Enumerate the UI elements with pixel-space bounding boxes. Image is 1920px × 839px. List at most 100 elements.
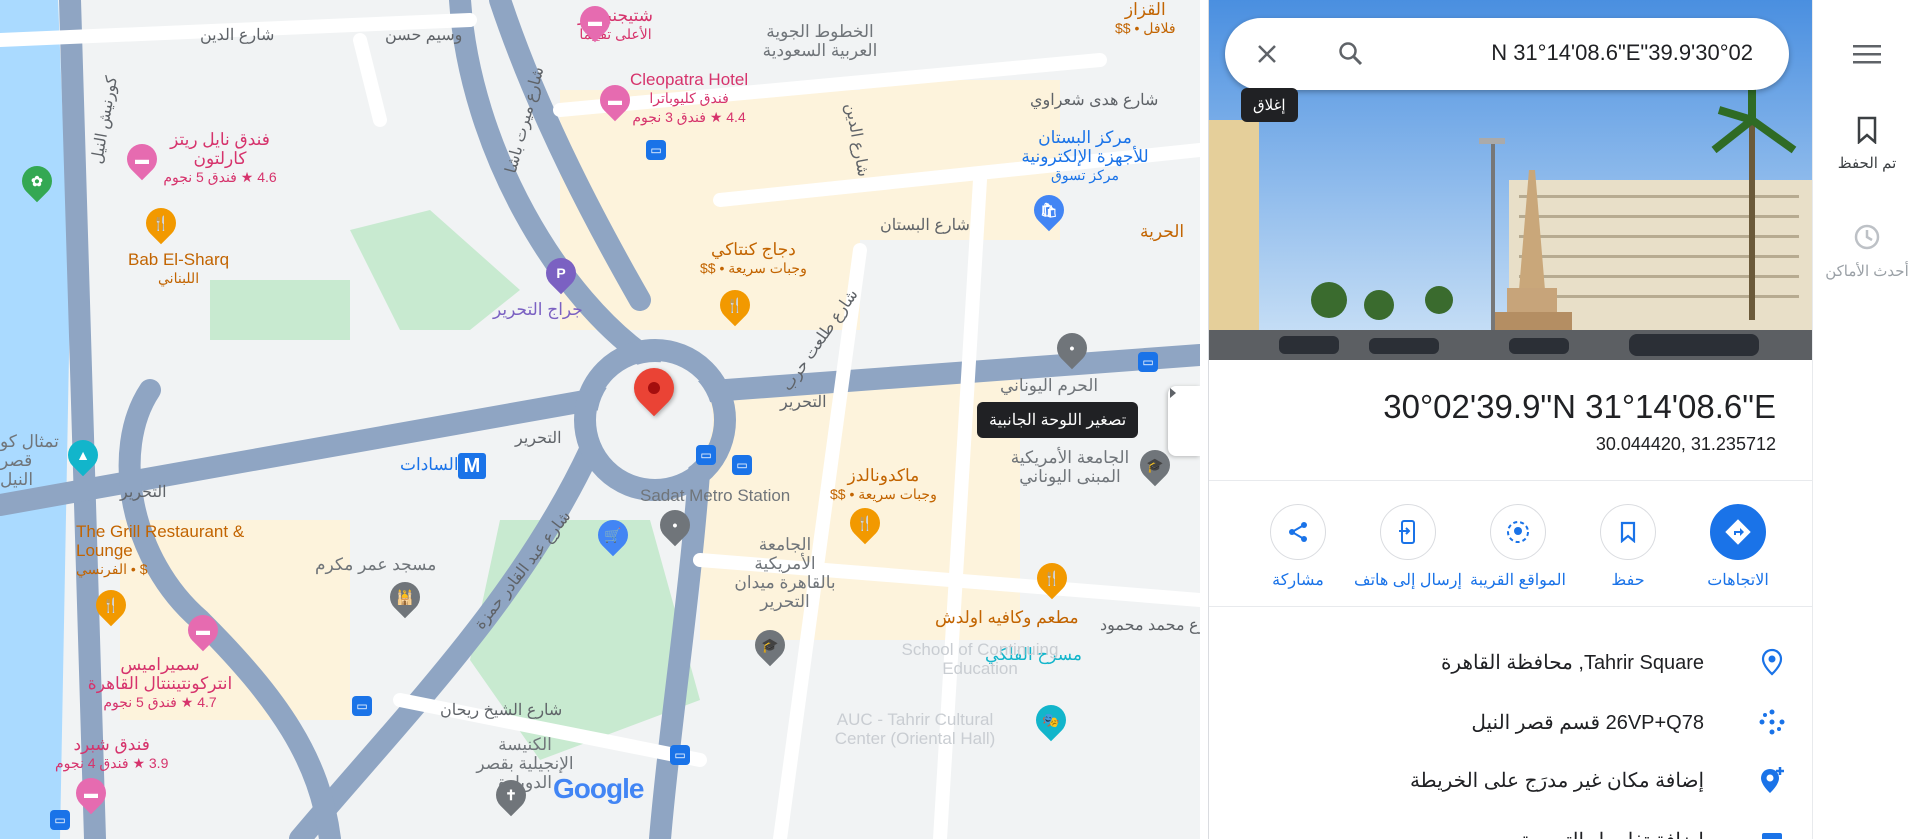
restaurant-pin-icon[interactable]: 🍴 xyxy=(843,501,887,545)
action-label: الاتجاهات xyxy=(1707,572,1769,589)
metro-icon[interactable]: M xyxy=(458,453,486,479)
add-label-text: إضافة تفاصيل التسمية xyxy=(1520,828,1704,839)
search-icon xyxy=(1339,42,1363,66)
bus-stop-icon[interactable]: ▭ xyxy=(670,745,690,765)
monument-pin-icon[interactable]: ▲ xyxy=(61,433,105,477)
poi-auc-greek[interactable]: الجامعة الأمريكية المبنى اليوناني xyxy=(1000,448,1140,486)
poi-omar-makram[interactable]: مسجد عمر مكرم xyxy=(315,555,436,574)
poi-bustan-center[interactable]: مركز البستان للأجهزة الإلكترونية مركز تسو… xyxy=(1015,128,1155,185)
shopping-pin-icon[interactable]: 🛍 xyxy=(1027,188,1071,232)
street-label: التحرير xyxy=(515,430,562,447)
plus-code-text: 26VP+Q78 قسم قصر النيل xyxy=(1471,712,1704,734)
info-row-add-place[interactable]: إضافة مكان غير مدرَج على الخريطة xyxy=(1208,750,1812,808)
rail-saved-label: تم الحفظ xyxy=(1837,155,1897,172)
poi-tahrir-garage[interactable]: جراج التحرير xyxy=(493,300,583,319)
poi-saudi-airlines[interactable]: الخطوط الجوية العربية السعودية xyxy=(760,22,880,60)
rail-recent-label: أحدث الأماكن xyxy=(1825,263,1909,280)
poi-semiramis[interactable]: سميراميس انتركونتيننتال القاهرة 4.7 ★ فند… xyxy=(80,655,240,712)
poi-nile-statue[interactable]: تمثال كو قصر النيل xyxy=(0,432,60,489)
collapse-panel-button[interactable] xyxy=(1168,386,1200,456)
hotel-pin-icon[interactable]: ▬ xyxy=(593,78,637,122)
action-label: المواقع القريبة xyxy=(1470,572,1566,589)
poi-greek-club[interactable]: الحرم اليوناني xyxy=(1000,376,1098,395)
bus-stop-icon[interactable]: ▭ xyxy=(646,140,666,160)
street-label: شارع الدين xyxy=(200,27,275,44)
rail-saved[interactable]: تم الحفظ xyxy=(1813,116,1920,172)
hotel-pin-icon[interactable]: ▬ xyxy=(181,608,225,652)
restaurant-pin-icon[interactable]: 🍴 xyxy=(139,201,183,245)
hotel-pin-icon[interactable]: ▬ xyxy=(573,0,617,43)
action-nearby[interactable]: المواقع القريبة xyxy=(1463,504,1573,590)
bus-stop-icon[interactable]: ▭ xyxy=(696,445,716,465)
bookmark-icon xyxy=(1857,116,1877,145)
action-send-to-phone[interactable]: إرسال إلى هاتف xyxy=(1353,504,1463,590)
decimal-coordinates[interactable]: 30.044420, 31.235712 xyxy=(1596,434,1776,455)
poi-mcdonalds[interactable]: ماكدونالدز وجبات سريعة • $$ xyxy=(830,466,937,504)
share-icon xyxy=(1270,504,1326,560)
bus-stop-icon[interactable]: ▭ xyxy=(50,810,70,830)
poi-auc-oriental-hall[interactable]: AUC - Tahrir Cultural Center (Oriental H… xyxy=(810,710,1020,748)
park-pin-icon[interactable]: ✿ xyxy=(15,159,59,203)
collapse-panel-tooltip: تصغير اللوحة الجانبية xyxy=(977,402,1139,438)
church-pin-icon[interactable]: ✝ xyxy=(489,773,533,817)
restaurant-pin-icon[interactable]: 🍴 xyxy=(1030,556,1074,600)
poi-sadat-metro[interactable]: Sadat Metro Station xyxy=(640,486,790,505)
divider xyxy=(1209,606,1813,607)
poi-hurriya[interactable]: الحرية xyxy=(1140,222,1184,241)
info-row-plus-code[interactable]: 26VP+Q78 قسم قصر النيل xyxy=(1208,692,1812,750)
street-label: التحرير xyxy=(780,394,827,411)
poi-auc-tahrir[interactable]: الجامعة الأمريكية بالقاهرة ميدان التحرير xyxy=(730,535,840,611)
restaurant-pin-icon[interactable]: 🍴 xyxy=(713,283,757,327)
info-row-add-label[interactable]: إضافة تفاصيل التسمية xyxy=(1208,810,1812,839)
mosque-pin-icon[interactable]: 🕌 xyxy=(383,575,427,619)
bus-stop-icon[interactable]: ▭ xyxy=(352,696,372,716)
poi-school-continuing-ed[interactable]: School of Continuing Education xyxy=(880,640,1080,678)
label-icon xyxy=(1756,824,1788,839)
action-save[interactable]: حفظ xyxy=(1573,504,1683,590)
hamburger-menu-icon xyxy=(1853,45,1881,64)
action-share[interactable]: مشاركة xyxy=(1243,504,1353,590)
school-pin-icon[interactable]: 🎓 xyxy=(748,623,792,667)
street-label: التحرير xyxy=(120,484,167,501)
street-label: وسيم حسن xyxy=(385,27,463,44)
rail-recent[interactable]: أحدث الأماكن xyxy=(1813,222,1920,280)
info-row-address[interactable]: Tahrir Square, محافظة القاهرة xyxy=(1208,632,1812,690)
history-icon xyxy=(1854,224,1880,250)
bus-stop-icon[interactable]: ▭ xyxy=(732,455,752,475)
poi-awlad-cafe[interactable]: مطعم وكافيه اولدش xyxy=(935,608,1079,627)
menu-button[interactable] xyxy=(1843,30,1891,78)
divider xyxy=(1209,480,1813,481)
poi-kfc[interactable]: دجاج كنتاكي وجبات سريعة • $$ xyxy=(700,240,807,278)
right-rail: تم الحفظ أحدث الأماكن xyxy=(1812,0,1920,839)
action-directions[interactable]: الاتجاهات xyxy=(1683,504,1793,590)
shopping-cart-pin-icon[interactable]: 🛒 xyxy=(591,513,635,557)
search-input[interactable]: N 31°14'08.6"E"39.9'30°02 xyxy=(1491,40,1753,66)
poi-cleopatra-hotel[interactable]: Cleopatra Hotel فندق كليوباترا 4.4 ★ فندق … xyxy=(630,70,748,127)
hotel-pin-icon[interactable]: ▬ xyxy=(69,771,113,815)
restaurant-pin-icon[interactable]: 🍴 xyxy=(89,583,133,627)
poi-bab-el-sharq[interactable]: Bab El-Sharq اللبناني xyxy=(128,250,229,288)
search-button[interactable] xyxy=(1327,30,1375,78)
street-label: شارع هدى شعراوي xyxy=(1030,92,1159,109)
street-label: شارع محمد محمود xyxy=(1100,617,1200,634)
close-tooltip: إغلاق xyxy=(1241,88,1298,122)
hotel-pin-icon[interactable]: ▬ xyxy=(120,137,164,181)
bus-stop-icon[interactable]: ▭ xyxy=(1138,352,1158,372)
poi-sadat[interactable]: السادات xyxy=(400,455,459,474)
place-title: 30°02'39.9"N 31°14'08.6"E xyxy=(1383,388,1776,425)
theater-pin-icon[interactable]: 🎭 xyxy=(1029,698,1073,742)
poi-nile-ritz[interactable]: فندق نايل ريتز كارلتون 4.6 ★ فندق 5 نجوم xyxy=(160,130,280,187)
place-pin-icon[interactable]: • xyxy=(1050,326,1094,370)
close-button[interactable] xyxy=(1243,30,1291,78)
search-box[interactable]: N 31°14'08.6"E"39.9'30°02 xyxy=(1225,18,1789,90)
parking-pin-icon[interactable]: P xyxy=(539,251,583,295)
place-pin-icon[interactable]: • xyxy=(653,503,697,547)
directions-icon xyxy=(1710,504,1766,560)
poi-grill-restaurant[interactable]: The Grill Restaurant & Lounge الفرنسي • $ xyxy=(76,522,276,579)
street-label: شارع البستان xyxy=(880,217,970,234)
poi-fazzaz[interactable]: القزاز فلافل • $$ xyxy=(1115,0,1176,38)
side-panel: N 31°14'08.6"E"39.9'30°02 إغلاق 30°02'39… xyxy=(1208,0,1813,839)
poi-shepheard[interactable]: فندق شبرد 3.9 ★ فندق 4 نجوم xyxy=(55,735,168,773)
location-pin-icon xyxy=(1756,646,1788,678)
map-canvas[interactable]: شارع الدين وسيم حسن التحرير التحرير التح… xyxy=(0,0,1200,839)
